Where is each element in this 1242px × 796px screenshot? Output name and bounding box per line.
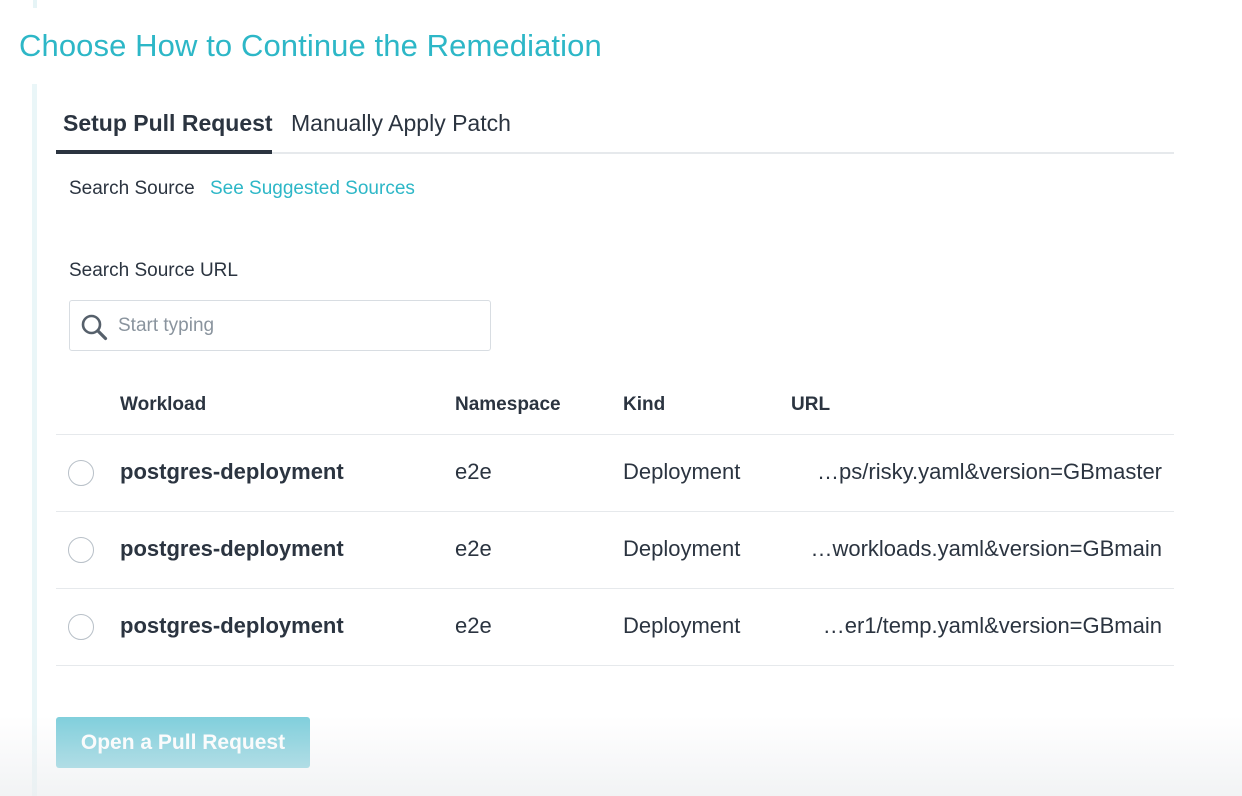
table-row[interactable]: postgres-deployment e2e Deployment …er1/… — [56, 589, 1174, 666]
table-header: Workload Namespace Kind URL — [56, 374, 1174, 435]
see-suggested-sources-link[interactable]: See Suggested Sources — [210, 178, 415, 199]
header-kind: Kind — [623, 394, 666, 415]
kind-cell: Deployment — [623, 536, 741, 561]
workload-cell: postgres-deployment — [120, 459, 344, 484]
tab-manually-apply-patch[interactable]: Manually Apply Patch — [291, 104, 511, 154]
search-source-row: Search Source See Suggested Sources — [69, 178, 415, 200]
search-source-label: Search Source — [69, 178, 195, 199]
search-input[interactable] — [118, 301, 478, 350]
search-source-url-label: Search Source URL — [69, 260, 238, 281]
row-select-radio[interactable] — [68, 614, 94, 640]
workload-cell: postgres-deployment — [120, 536, 344, 561]
namespace-cell: e2e — [455, 536, 492, 561]
namespace-cell: e2e — [455, 613, 492, 638]
panel-top-rule — [33, 0, 37, 8]
page-title: Choose How to Continue the Remediation — [19, 28, 602, 63]
search-icon — [81, 314, 108, 341]
kind-cell: Deployment — [623, 459, 741, 484]
row-select-radio[interactable] — [68, 460, 94, 486]
header-url: URL — [791, 394, 831, 415]
workload-table: Workload Namespace Kind URL postgres-dep… — [56, 374, 1174, 666]
remediation-tabs: Setup Pull Request Manually Apply Patch — [56, 104, 1174, 154]
url-cell: …er1/temp.yaml&version=GBmain — [822, 613, 1162, 638]
url-cell: …ps/risky.yaml&version=GBmaster — [817, 459, 1162, 484]
table-row[interactable]: postgres-deployment e2e Deployment …ps/r… — [56, 435, 1174, 512]
workload-cell: postgres-deployment — [120, 613, 344, 638]
table-row[interactable]: postgres-deployment e2e Deployment …work… — [56, 512, 1174, 589]
url-cell: …workloads.yaml&version=GBmain — [810, 536, 1162, 561]
remediation-panel: Setup Pull Request Manually Apply Patch … — [32, 84, 1174, 796]
row-select-radio[interactable] — [68, 537, 94, 563]
header-workload: Workload — [120, 394, 207, 415]
open-pull-request-button[interactable]: Open a Pull Request — [56, 717, 310, 768]
tab-setup-pull-request[interactable]: Setup Pull Request — [56, 104, 273, 154]
namespace-cell: e2e — [455, 459, 492, 484]
kind-cell: Deployment — [623, 613, 741, 638]
search-source-url-field[interactable] — [69, 300, 491, 351]
header-namespace: Namespace — [455, 394, 561, 415]
